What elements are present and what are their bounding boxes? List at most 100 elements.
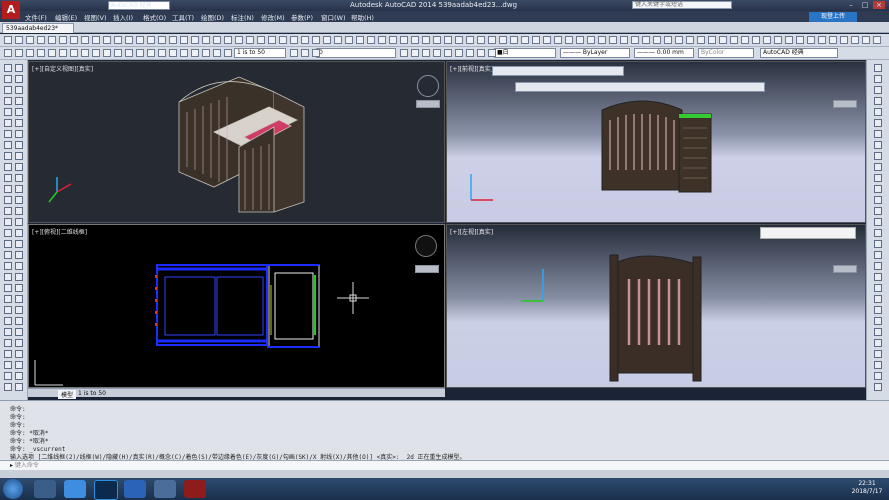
toolbar-tool-icon-8[interactable] [92, 36, 100, 44]
toolbar-tool-icon-24[interactable] [400, 49, 408, 57]
toolbar-tool-icon-63[interactable] [697, 36, 705, 44]
toolbar-tool-icon-10[interactable] [114, 49, 122, 57]
toolbar-tool-icon-15[interactable] [169, 49, 177, 57]
draw-tool-icon-27-0[interactable] [4, 361, 12, 369]
taskbar-app-explorer-icon[interactable] [34, 480, 56, 498]
toolbar-tool-icon-6[interactable] [70, 36, 78, 44]
draw-tool-icon-18-1[interactable] [15, 262, 23, 270]
draw-tool-icon-1-1[interactable] [15, 75, 23, 83]
draw-tool-icon-25-1[interactable] [15, 339, 23, 347]
toolbar-tool-icon-11[interactable] [125, 49, 133, 57]
toolbar-tool-icon-17[interactable] [191, 49, 199, 57]
draw-tool-icon-4-1[interactable] [15, 108, 23, 116]
draw-tool-icon-10-0[interactable] [4, 174, 12, 182]
draw-tool-icon-20-0[interactable] [4, 284, 12, 292]
modify-tool-icon-9[interactable] [874, 163, 882, 171]
plotstyle-select[interactable]: ByColor [698, 48, 754, 58]
toolbar-tool-icon-73[interactable] [807, 36, 815, 44]
modify-tool-icon-20[interactable] [874, 284, 882, 292]
toolbar-tool-icon-50[interactable] [554, 36, 562, 44]
toolbar-tool-icon-42[interactable] [466, 36, 474, 44]
toolbar-tool-icon-31[interactable] [477, 49, 485, 57]
toolbar-tool-icon-30[interactable] [334, 36, 342, 44]
toolbar-tool-icon-43[interactable] [477, 36, 485, 44]
draw-tool-icon-22-1[interactable] [15, 306, 23, 314]
draw-tool-icon-0-0[interactable] [4, 64, 12, 72]
toolbar-tool-icon-27[interactable] [301, 36, 309, 44]
taskbar-app-autocad-icon[interactable] [184, 480, 206, 498]
toolbar-tool-icon-35[interactable] [389, 36, 397, 44]
draw-tool-icon-8-1[interactable] [15, 152, 23, 160]
system-clock[interactable]: 22:31 2018/7/17 [846, 480, 888, 496]
toolbar-tool-icon-68[interactable] [752, 36, 760, 44]
toolbar-tool-icon-14[interactable] [158, 36, 166, 44]
toolbar-tool-icon-2[interactable] [26, 49, 34, 57]
toolbar-tool-icon-58[interactable] [642, 36, 650, 44]
tab-scale[interactable]: 1 is to 50 [78, 390, 106, 397]
draw-tool-icon-28-0[interactable] [4, 372, 12, 380]
modify-tool-icon-3[interactable] [874, 97, 882, 105]
modify-tool-icon-23[interactable] [874, 317, 882, 325]
toolbar-tool-icon-48[interactable] [532, 36, 540, 44]
taskbar-app-browser-icon[interactable] [154, 480, 176, 498]
toolbar-tool-icon-62[interactable] [686, 36, 694, 44]
toolbar-tool-icon-25[interactable] [279, 36, 287, 44]
toolbar-tool-icon-70[interactable] [774, 36, 782, 44]
draw-tool-icon-26-1[interactable] [15, 350, 23, 358]
toolbar-tool-icon-23[interactable] [312, 49, 320, 57]
modify-tool-icon-27[interactable] [874, 361, 882, 369]
taskbar-app-word-icon[interactable] [124, 480, 146, 498]
draw-tool-icon-26-0[interactable] [4, 350, 12, 358]
modify-tool-icon-28[interactable] [874, 372, 882, 380]
menu-tools[interactable]: 工具(T) [172, 12, 194, 22]
toolbar-tool-icon-4[interactable] [48, 36, 56, 44]
toolbar-tool-icon-1[interactable] [15, 49, 23, 57]
draw-tool-icon-1-0[interactable] [4, 75, 12, 83]
modify-tool-icon-22[interactable] [874, 306, 882, 314]
workspace-switcher[interactable]: AutoCAD 经典 [108, 1, 170, 10]
toolbar-tool-icon-67[interactable] [741, 36, 749, 44]
login-button[interactable]: 现登上传 [809, 12, 857, 22]
menu-edit[interactable]: 编辑(E) [55, 12, 77, 22]
toolbar-tool-icon-55[interactable] [609, 36, 617, 44]
modify-tool-icon-21[interactable] [874, 295, 882, 303]
draw-tool-icon-9-0[interactable] [4, 163, 12, 171]
taskbar-app-sogou-icon[interactable] [64, 480, 86, 498]
toolbar-tool-icon-60[interactable] [664, 36, 672, 44]
toolbar-tool-icon-0[interactable] [4, 49, 12, 57]
modify-tool-icon-16[interactable] [874, 240, 882, 248]
modify-tool-icon-8[interactable] [874, 152, 882, 160]
document-tab[interactable]: 539aadab4ed23* [2, 23, 74, 33]
toolbar-tool-icon-57[interactable] [631, 36, 639, 44]
toolbar-tool-icon-27[interactable] [433, 49, 441, 57]
menu-format[interactable]: 格式(O) [143, 12, 166, 22]
toolbar-tool-icon-26[interactable] [422, 49, 430, 57]
toolbar-tool-icon-22[interactable] [301, 49, 309, 57]
toolbar-tool-icon-2[interactable] [26, 36, 34, 44]
modify-tool-icon-11[interactable] [874, 185, 882, 193]
modify-tool-icon-17[interactable] [874, 251, 882, 259]
draw-tool-icon-5-1[interactable] [15, 119, 23, 127]
draw-tool-icon-7-0[interactable] [4, 141, 12, 149]
draw-tool-icon-20-1[interactable] [15, 284, 23, 292]
toolbar-tool-icon-3[interactable] [37, 49, 45, 57]
toolbar-tool-icon-28[interactable] [444, 49, 452, 57]
draw-tool-icon-29-1[interactable] [15, 383, 23, 391]
toolbar-tool-icon-8[interactable] [92, 49, 100, 57]
toolbar-tool-icon-79[interactable] [873, 36, 881, 44]
modify-tool-icon-29[interactable] [874, 383, 882, 391]
toolbar-tool-icon-25[interactable] [411, 49, 419, 57]
layer-select[interactable]: 0 [316, 48, 396, 58]
toolbar-tool-icon-20[interactable] [224, 49, 232, 57]
draw-tool-icon-0-1[interactable] [15, 64, 23, 72]
toolbar-tool-icon-77[interactable] [851, 36, 859, 44]
menu-draw[interactable]: 绘图(D) [201, 12, 224, 22]
maximize-icon[interactable]: □ [859, 1, 871, 9]
modify-tool-icon-25[interactable] [874, 339, 882, 347]
draw-tool-icon-10-1[interactable] [15, 174, 23, 182]
toolbar-tool-icon-13[interactable] [147, 36, 155, 44]
draw-tool-icon-13-0[interactable] [4, 207, 12, 215]
draw-tool-icon-4-0[interactable] [4, 108, 12, 116]
toolbar-tool-icon-18[interactable] [202, 49, 210, 57]
annotation-scale-select[interactable]: 1 is to 50 [234, 48, 286, 58]
